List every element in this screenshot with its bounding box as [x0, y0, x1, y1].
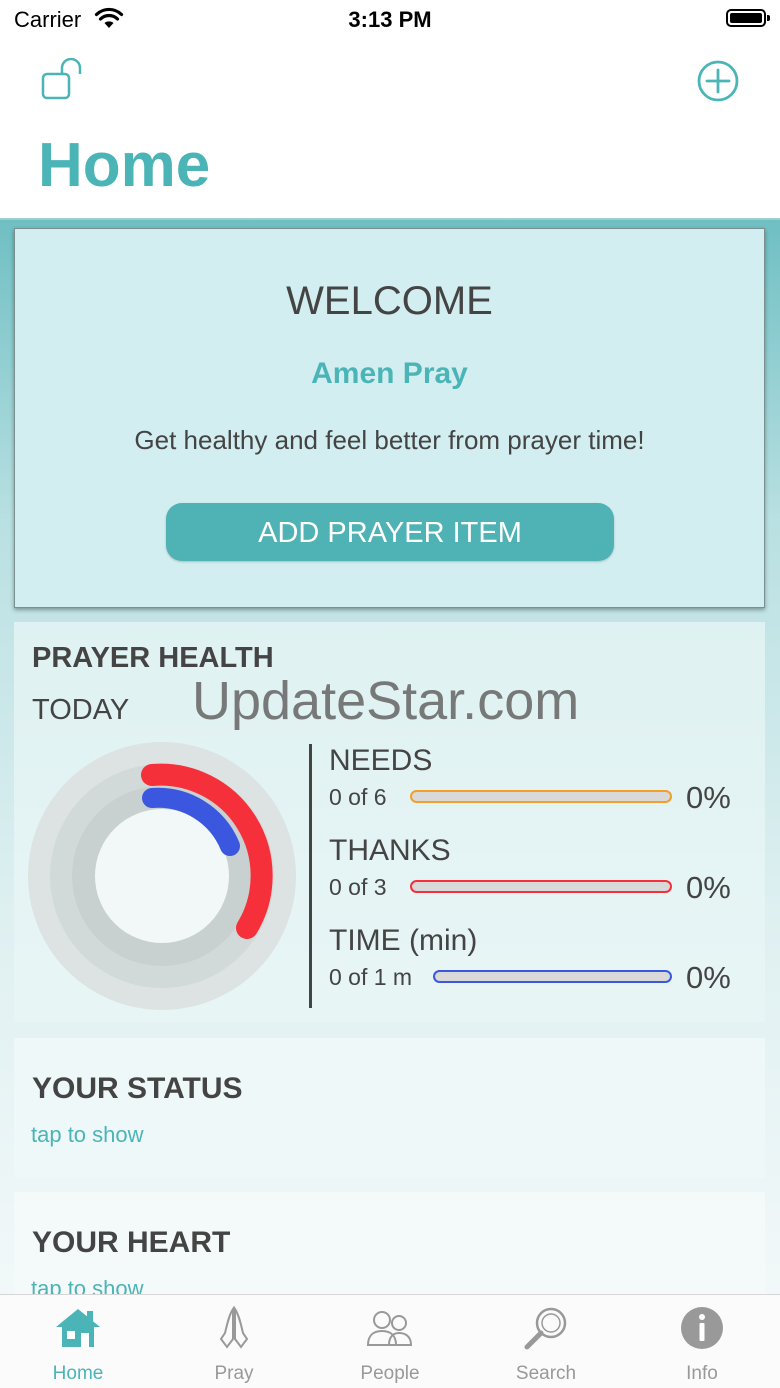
heart-tap-to-show[interactable]: tap to show: [31, 1276, 144, 1296]
tab-people[interactable]: People: [312, 1295, 468, 1388]
time-progress-bar: [433, 970, 672, 983]
watermark: UpdateStar.com: [192, 671, 580, 731]
needs-percent: 0%: [686, 780, 731, 815]
battery-icon: [726, 9, 770, 27]
period-label: TODAY: [32, 694, 130, 726]
tab-home[interactable]: Home: [0, 1295, 156, 1388]
unlock-icon[interactable]: [40, 58, 90, 102]
welcome-heading: WELCOME: [286, 279, 493, 323]
time-label: TIME (min): [329, 924, 478, 957]
tab-info[interactable]: Info: [624, 1295, 780, 1388]
needs-progress-bar: [410, 790, 672, 803]
app-name: Amen Pray: [311, 357, 468, 390]
magnifier-icon: [524, 1307, 567, 1350]
your-heart-card[interactable]: YOUR HEART tap to show: [14, 1192, 765, 1296]
prayer-health-ring: [28, 742, 296, 1010]
thanks-percent: 0%: [686, 870, 731, 905]
status-heading: YOUR STATUS: [32, 1072, 243, 1105]
praying-hands-icon: [219, 1305, 249, 1349]
time-count: 0 of 1 m: [329, 964, 413, 990]
house-icon: [56, 1309, 100, 1347]
add-prayer-item-button[interactable]: ADD PRAYER ITEM: [166, 503, 614, 561]
time-percent: 0%: [686, 960, 731, 995]
plus-circle-icon[interactable]: [695, 58, 741, 104]
tab-label-pray: Pray: [214, 1363, 254, 1384]
thanks-label: THANKS: [329, 834, 451, 867]
people-icon: [366, 1311, 413, 1346]
heart-heading: YOUR HEART: [32, 1226, 231, 1259]
welcome-tagline: Get healthy and feel better from prayer …: [134, 425, 645, 455]
metrics-divider: [309, 744, 312, 1008]
page-title: Home: [38, 131, 211, 200]
tab-label-home: Home: [52, 1363, 104, 1384]
home-content[interactable]: WELCOME Amen Pray Get healthy and feel b…: [0, 218, 780, 1296]
thanks-count: 0 of 3: [329, 874, 387, 900]
needs-count: 0 of 6: [329, 784, 387, 810]
tab-label-people: People: [360, 1363, 420, 1384]
needs-label: NEEDS: [329, 744, 433, 777]
tab-label-info: Info: [686, 1363, 718, 1384]
tab-search[interactable]: Search: [468, 1295, 624, 1388]
tab-bar: Home Pray People Search Info: [0, 1294, 780, 1388]
tab-label-search: Search: [515, 1363, 577, 1384]
tab-pray[interactable]: Pray: [156, 1295, 312, 1388]
your-status-card[interactable]: YOUR STATUS tap to show: [14, 1038, 765, 1178]
prayer-health-card: PRAYER HEALTH TODAY UpdateStar.com NEEDS…: [14, 622, 765, 1022]
status-bar: Carrier 3:13 PM: [0, 0, 780, 40]
info-icon: [681, 1307, 723, 1349]
clock: 3:13 PM: [348, 7, 432, 32]
status-tap-to-show[interactable]: tap to show: [31, 1122, 144, 1148]
thanks-progress-bar: [410, 880, 672, 893]
welcome-card: WELCOME Amen Pray Get healthy and feel b…: [14, 228, 765, 608]
